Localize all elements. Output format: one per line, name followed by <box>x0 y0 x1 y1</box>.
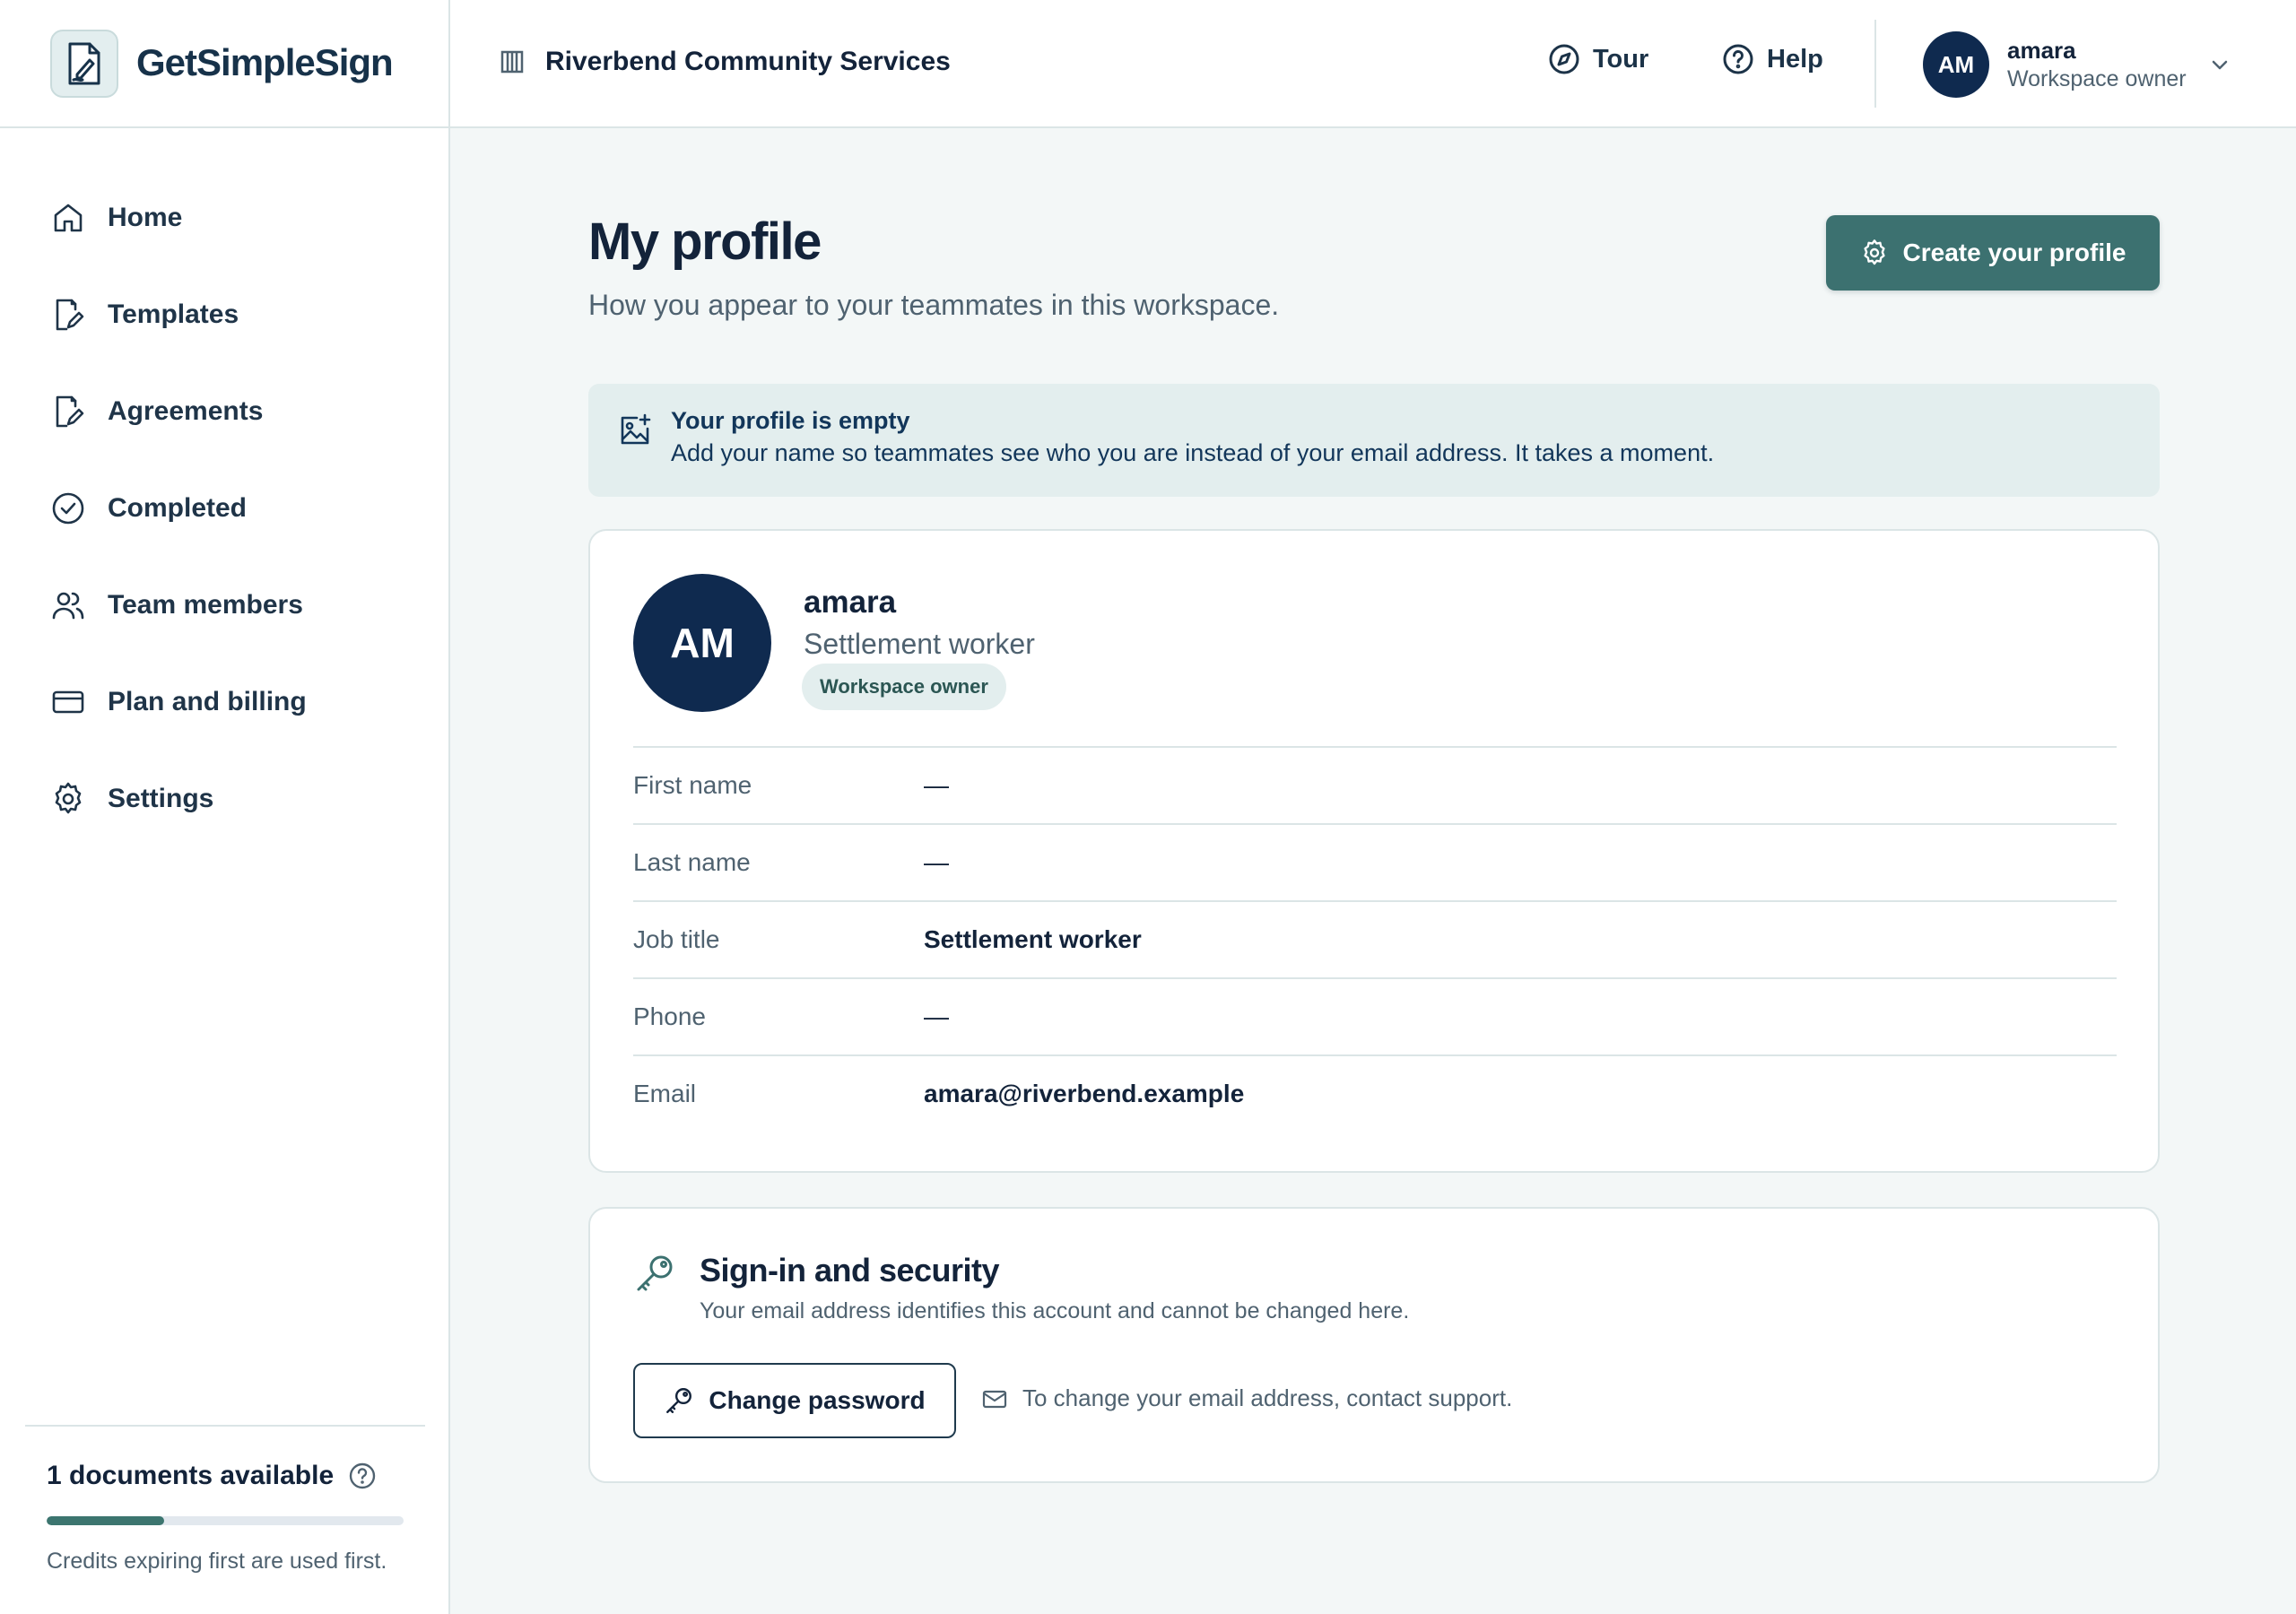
credit-card-icon <box>50 684 86 720</box>
security-subtitle: Your email address identifies this accou… <box>700 1298 1410 1323</box>
document-edit-icon <box>50 394 86 430</box>
change-password-label: Change password <box>709 1386 926 1414</box>
gear-icon <box>50 781 86 817</box>
sidebar-item-plan-and-billing[interactable]: Plan and billing <box>50 675 427 729</box>
tour-label: Tour <box>1593 44 1649 74</box>
sidebar-item-team-members[interactable]: Team members <box>50 578 427 632</box>
field-value: — <box>924 848 949 876</box>
banner-title: Your profile is empty <box>671 407 910 434</box>
building-icon <box>499 48 526 75</box>
page-subtitle: How you appear to your teammates in this… <box>588 289 1280 321</box>
header-divider <box>1874 20 1876 108</box>
help-circle-icon <box>1722 43 1754 75</box>
sidebar-item-settings[interactable]: Settings <box>50 772 427 826</box>
template-edit-icon <box>50 297 86 333</box>
field-row-job-title: Job title Settlement worker <box>633 900 2117 977</box>
help-circle-icon[interactable] <box>348 1462 377 1490</box>
support-note-text: To change your email address, contact su… <box>1022 1384 1513 1411</box>
field-label: Email <box>633 1080 697 1107</box>
field-value: — <box>924 1002 949 1030</box>
create-profile-label: Create your profile <box>1902 239 2126 266</box>
profile-name: amara <box>804 585 897 620</box>
sidebar-item-label: Plan and billing <box>108 687 307 716</box>
field-row-first-name: First name — <box>633 746 2117 823</box>
field-row-last-name: Last name — <box>633 823 2117 900</box>
sidebar-item-home[interactable]: Home <box>50 191 427 245</box>
user-menu[interactable]: AM amara Workspace owner <box>1923 30 2231 99</box>
field-value: amara@riverbend.example <box>924 1080 1245 1107</box>
field-row-email: Email amara@riverbend.example <box>633 1054 2117 1132</box>
role-badge: Workspace owner <box>802 664 1006 710</box>
field-row-phone: Phone — <box>633 977 2117 1054</box>
avatar: AM <box>633 574 771 712</box>
help-button[interactable]: Help <box>1722 43 1823 75</box>
sidebar-item-agreements[interactable]: Agreements <box>50 385 427 438</box>
security-card: Sign-in and security Your email address … <box>588 1207 2160 1483</box>
organization-switcher[interactable]: Riverbend Community Services <box>499 47 951 77</box>
sidebar-item-templates[interactable]: Templates <box>50 288 427 342</box>
sidebar-item-label: Team members <box>108 590 303 620</box>
check-circle-icon <box>50 490 86 526</box>
field-value: Settlement worker <box>924 925 1142 953</box>
profile-job-title: Settlement worker <box>804 628 1035 660</box>
sidebar-item-label: Settings <box>108 784 214 813</box>
field-label: Last name <box>633 848 751 876</box>
field-label: Phone <box>633 1002 706 1030</box>
credits-progress-bar <box>47 1516 404 1525</box>
credits-note: Credits expiring first are used first. <box>47 1549 387 1574</box>
image-add-icon <box>617 412 653 448</box>
chevron-down-icon <box>2208 53 2231 76</box>
gear-icon <box>1860 239 1889 267</box>
banner-text: Add your name so teammates see who you a… <box>671 439 1715 466</box>
credits-summary: 1 documents available <box>47 1461 377 1491</box>
page-title: My profile <box>588 213 822 271</box>
profile-card: AM amara Settlement worker Workspace own… <box>588 529 2160 1173</box>
sidebar-item-label: Home <box>108 203 183 232</box>
key-icon <box>664 1385 694 1416</box>
users-icon <box>50 587 86 623</box>
field-label: First name <box>633 771 752 799</box>
security-title: Sign-in and security <box>700 1252 1000 1289</box>
app-logo-icon[interactable] <box>50 30 118 98</box>
compass-icon <box>1548 43 1580 75</box>
sidebar-item-label: Templates <box>108 299 239 329</box>
sidebar-item-label: Agreements <box>108 396 264 426</box>
sidebar-item-completed[interactable]: Completed <box>50 482 427 535</box>
credits-progress-fill <box>47 1516 165 1525</box>
avatar: AM <box>1923 31 1989 98</box>
brand-area: GetSimpleSign <box>0 0 450 128</box>
field-value: — <box>924 771 949 799</box>
user-name: amara <box>2007 37 2076 64</box>
tour-button[interactable]: Tour <box>1548 43 1648 75</box>
empty-profile-banner: Your profile is empty Add your name so t… <box>588 384 2160 497</box>
field-label: Job title <box>633 925 720 953</box>
sidebar-item-label: Completed <box>108 493 248 523</box>
support-note: To change your email address, contact su… <box>981 1384 1512 1412</box>
credits-label: 1 documents available <box>47 1461 335 1490</box>
change-password-button[interactable]: Change password <box>633 1363 956 1438</box>
mail-icon <box>981 1385 1008 1412</box>
home-icon <box>50 200 86 236</box>
sidebar-divider <box>25 1425 425 1427</box>
sidebar: Home Templates Agreements Completed Team… <box>0 128 450 1614</box>
create-profile-button[interactable]: Create your profile <box>1826 215 2160 291</box>
top-header: GetSimpleSign Riverbend Community Servic… <box>0 0 2296 128</box>
user-role: Workspace owner <box>2007 66 2187 91</box>
user-info: amara Workspace owner <box>2007 36 2187 93</box>
key-icon <box>633 1252 676 1295</box>
help-label: Help <box>1767 44 1823 74</box>
app-name[interactable]: GetSimpleSign <box>136 41 394 84</box>
organization-name: Riverbend Community Services <box>545 47 951 76</box>
